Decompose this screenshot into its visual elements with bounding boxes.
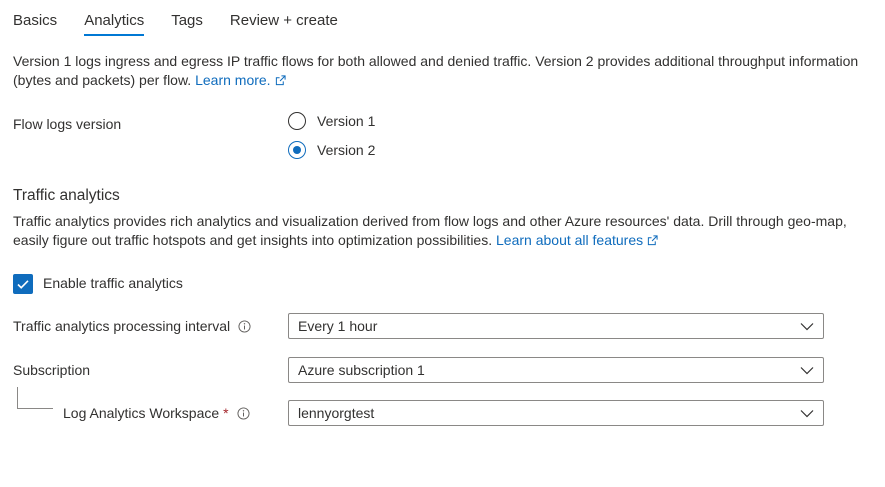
radio-version-1[interactable]: Version 1 [288,112,375,130]
intro-text: Version 1 logs ingress and egress IP tra… [13,53,859,88]
radio-circle-selected[interactable] [288,141,306,159]
processing-interval-label: Traffic analytics processing interval [13,318,231,334]
chevron-down-icon [800,367,814,375]
workspace-dropdown[interactable]: lennyorgtest [288,400,824,426]
workspace-value: lennyorgtest [298,405,375,421]
workspace-label: Log Analytics Workspace [63,405,220,421]
external-link-icon [275,75,286,86]
tab-analytics[interactable]: Analytics [84,0,145,40]
subscription-dropdown[interactable]: Azure subscription 1 [288,357,824,383]
workspace-row-label: Log Analytics Workspace * [63,405,250,421]
checkmark-icon [17,280,29,289]
external-link-icon [647,235,658,246]
processing-interval-dropdown[interactable]: Every 1 hour [288,313,824,339]
radio-version-2[interactable]: Version 2 [288,141,375,159]
learn-more-link-text: Learn more. [195,72,271,88]
info-icon[interactable] [238,320,251,333]
radio-circle[interactable] [288,112,306,130]
intro-description: Version 1 logs ingress and egress IP tra… [13,52,873,90]
chevron-down-icon [800,323,814,331]
flow-logs-version-label: Flow logs version [13,116,122,132]
subscription-label: Subscription [13,362,91,378]
tab-review-create[interactable]: Review + create [230,0,338,40]
radio-version-1-label: Version 1 [317,113,376,129]
traffic-analytics-title: Traffic analytics [13,187,120,204]
tab-tags[interactable]: Tags [171,0,203,40]
learn-about-features-link[interactable]: Learn about all features [496,232,658,248]
traffic-analytics-description: Traffic analytics provides rich analytic… [13,212,873,250]
required-indicator: * [223,405,229,421]
info-icon[interactable] [237,407,250,420]
learn-about-features-link-text: Learn about all features [496,232,644,248]
learn-more-link[interactable]: Learn more. [195,72,286,88]
tab-basics[interactable]: Basics [13,0,57,40]
tree-connector [17,387,53,409]
radio-version-2-label: Version 2 [317,142,376,158]
processing-interval-row-label: Traffic analytics processing interval [13,318,251,334]
enable-traffic-analytics-checkbox[interactable] [13,274,33,294]
tab-bar: Basics Analytics Tags Review + create [13,0,365,40]
enable-traffic-analytics-label[interactable]: Enable traffic analytics [43,275,183,291]
subscription-value: Azure subscription 1 [298,362,425,378]
processing-interval-value: Every 1 hour [298,318,378,334]
chevron-down-icon [800,410,814,418]
traffic-analytics-text: Traffic analytics provides rich analytic… [13,213,847,248]
